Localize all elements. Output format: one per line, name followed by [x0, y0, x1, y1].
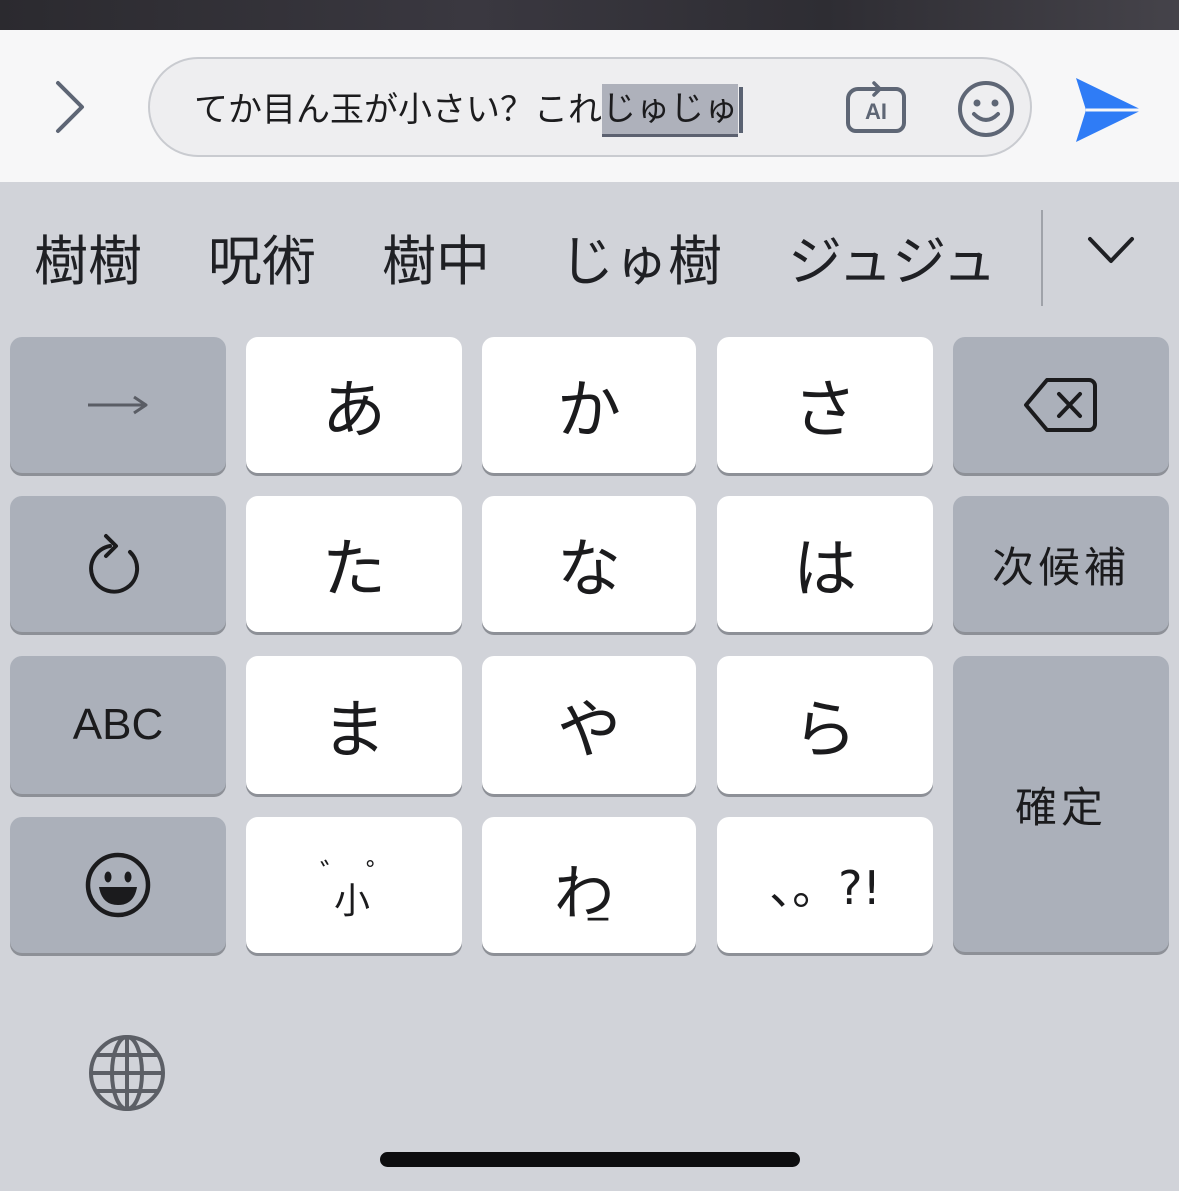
long-vowel-mark: _	[588, 875, 608, 921]
kana-key-ma[interactable]: ま	[246, 656, 462, 794]
home-indicator[interactable]	[380, 1152, 800, 1167]
send-button[interactable]	[1068, 70, 1148, 150]
arrow-right-icon	[88, 395, 148, 415]
message-input-bar: てか目ん玉が小さい？これ じゅじゅ AI	[0, 30, 1179, 182]
conversion-candidate-bar: 樹樹 呪術 樹中 じゅ樹 ジュジュ	[0, 182, 1179, 322]
kana-key-ka[interactable]: か	[482, 337, 696, 473]
kana-key-ha[interactable]: は	[717, 496, 933, 632]
emoji-key[interactable]	[10, 817, 226, 953]
next-key[interactable]	[10, 337, 226, 473]
kana-key-wa[interactable]: わ _	[482, 817, 696, 953]
grinning-face-icon	[85, 852, 151, 918]
candidate-item[interactable]: 樹樹	[34, 227, 142, 297]
message-text-field[interactable]: てか目ん玉が小さい？これ じゅじゅ AI	[148, 57, 1032, 157]
undo-key[interactable]	[10, 496, 226, 632]
confirm-key[interactable]: 確定	[953, 656, 1169, 952]
undo-icon	[89, 534, 140, 594]
kana-key-sa[interactable]: さ	[717, 337, 933, 473]
small-kana-mark: 小	[334, 881, 371, 922]
candidate-divider	[1041, 210, 1043, 306]
smiley-face-icon	[958, 81, 1014, 137]
expand-candidates-button[interactable]	[1078, 222, 1144, 278]
ai-assistant-button[interactable]: AI	[844, 77, 908, 141]
globe-key[interactable]	[84, 1030, 170, 1116]
send-arrow-icon	[1076, 78, 1142, 142]
kana-key-ya[interactable]: や	[482, 656, 696, 794]
kana-key-a[interactable]: あ	[246, 337, 462, 473]
chevron-right-icon	[56, 81, 84, 133]
ai-icon-label: AI	[865, 99, 887, 124]
marked-composition-text: じゅじゅ	[602, 83, 738, 137]
kana-key-ra[interactable]: ら	[717, 656, 933, 794]
candidate-item[interactable]: 呪術	[208, 227, 316, 297]
next-candidate-key[interactable]: 次候補	[953, 496, 1169, 632]
ai-assistant-icon: AI	[846, 81, 906, 133]
delete-backspace-icon	[1024, 378, 1097, 432]
text-cursor	[739, 87, 743, 133]
kana-key-na[interactable]: な	[482, 496, 696, 632]
punctuation-key[interactable]: 、。?!	[717, 817, 933, 953]
emoji-button[interactable]	[956, 79, 1016, 139]
abc-mode-key[interactable]: ABC	[10, 656, 226, 794]
globe-icon	[89, 1035, 165, 1111]
background-photo-strip	[0, 0, 1179, 30]
candidate-item[interactable]: じゅ樹	[560, 227, 722, 297]
message-text[interactable]: てか目ん玉が小さい？これ じゅじゅ	[194, 83, 743, 137]
kana-key-ta[interactable]: た	[246, 496, 462, 632]
delete-key[interactable]	[953, 337, 1169, 473]
committed-text: てか目ん玉が小さい？これ	[194, 90, 602, 130]
chevron-down-icon	[1088, 237, 1134, 263]
expand-toolbar-button[interactable]	[38, 75, 102, 139]
candidate-item[interactable]: 樹中	[382, 227, 490, 297]
candidate-item[interactable]: ジュジュ	[788, 227, 996, 297]
dakuten-small-key[interactable]: ゛゜ 小	[246, 817, 462, 953]
